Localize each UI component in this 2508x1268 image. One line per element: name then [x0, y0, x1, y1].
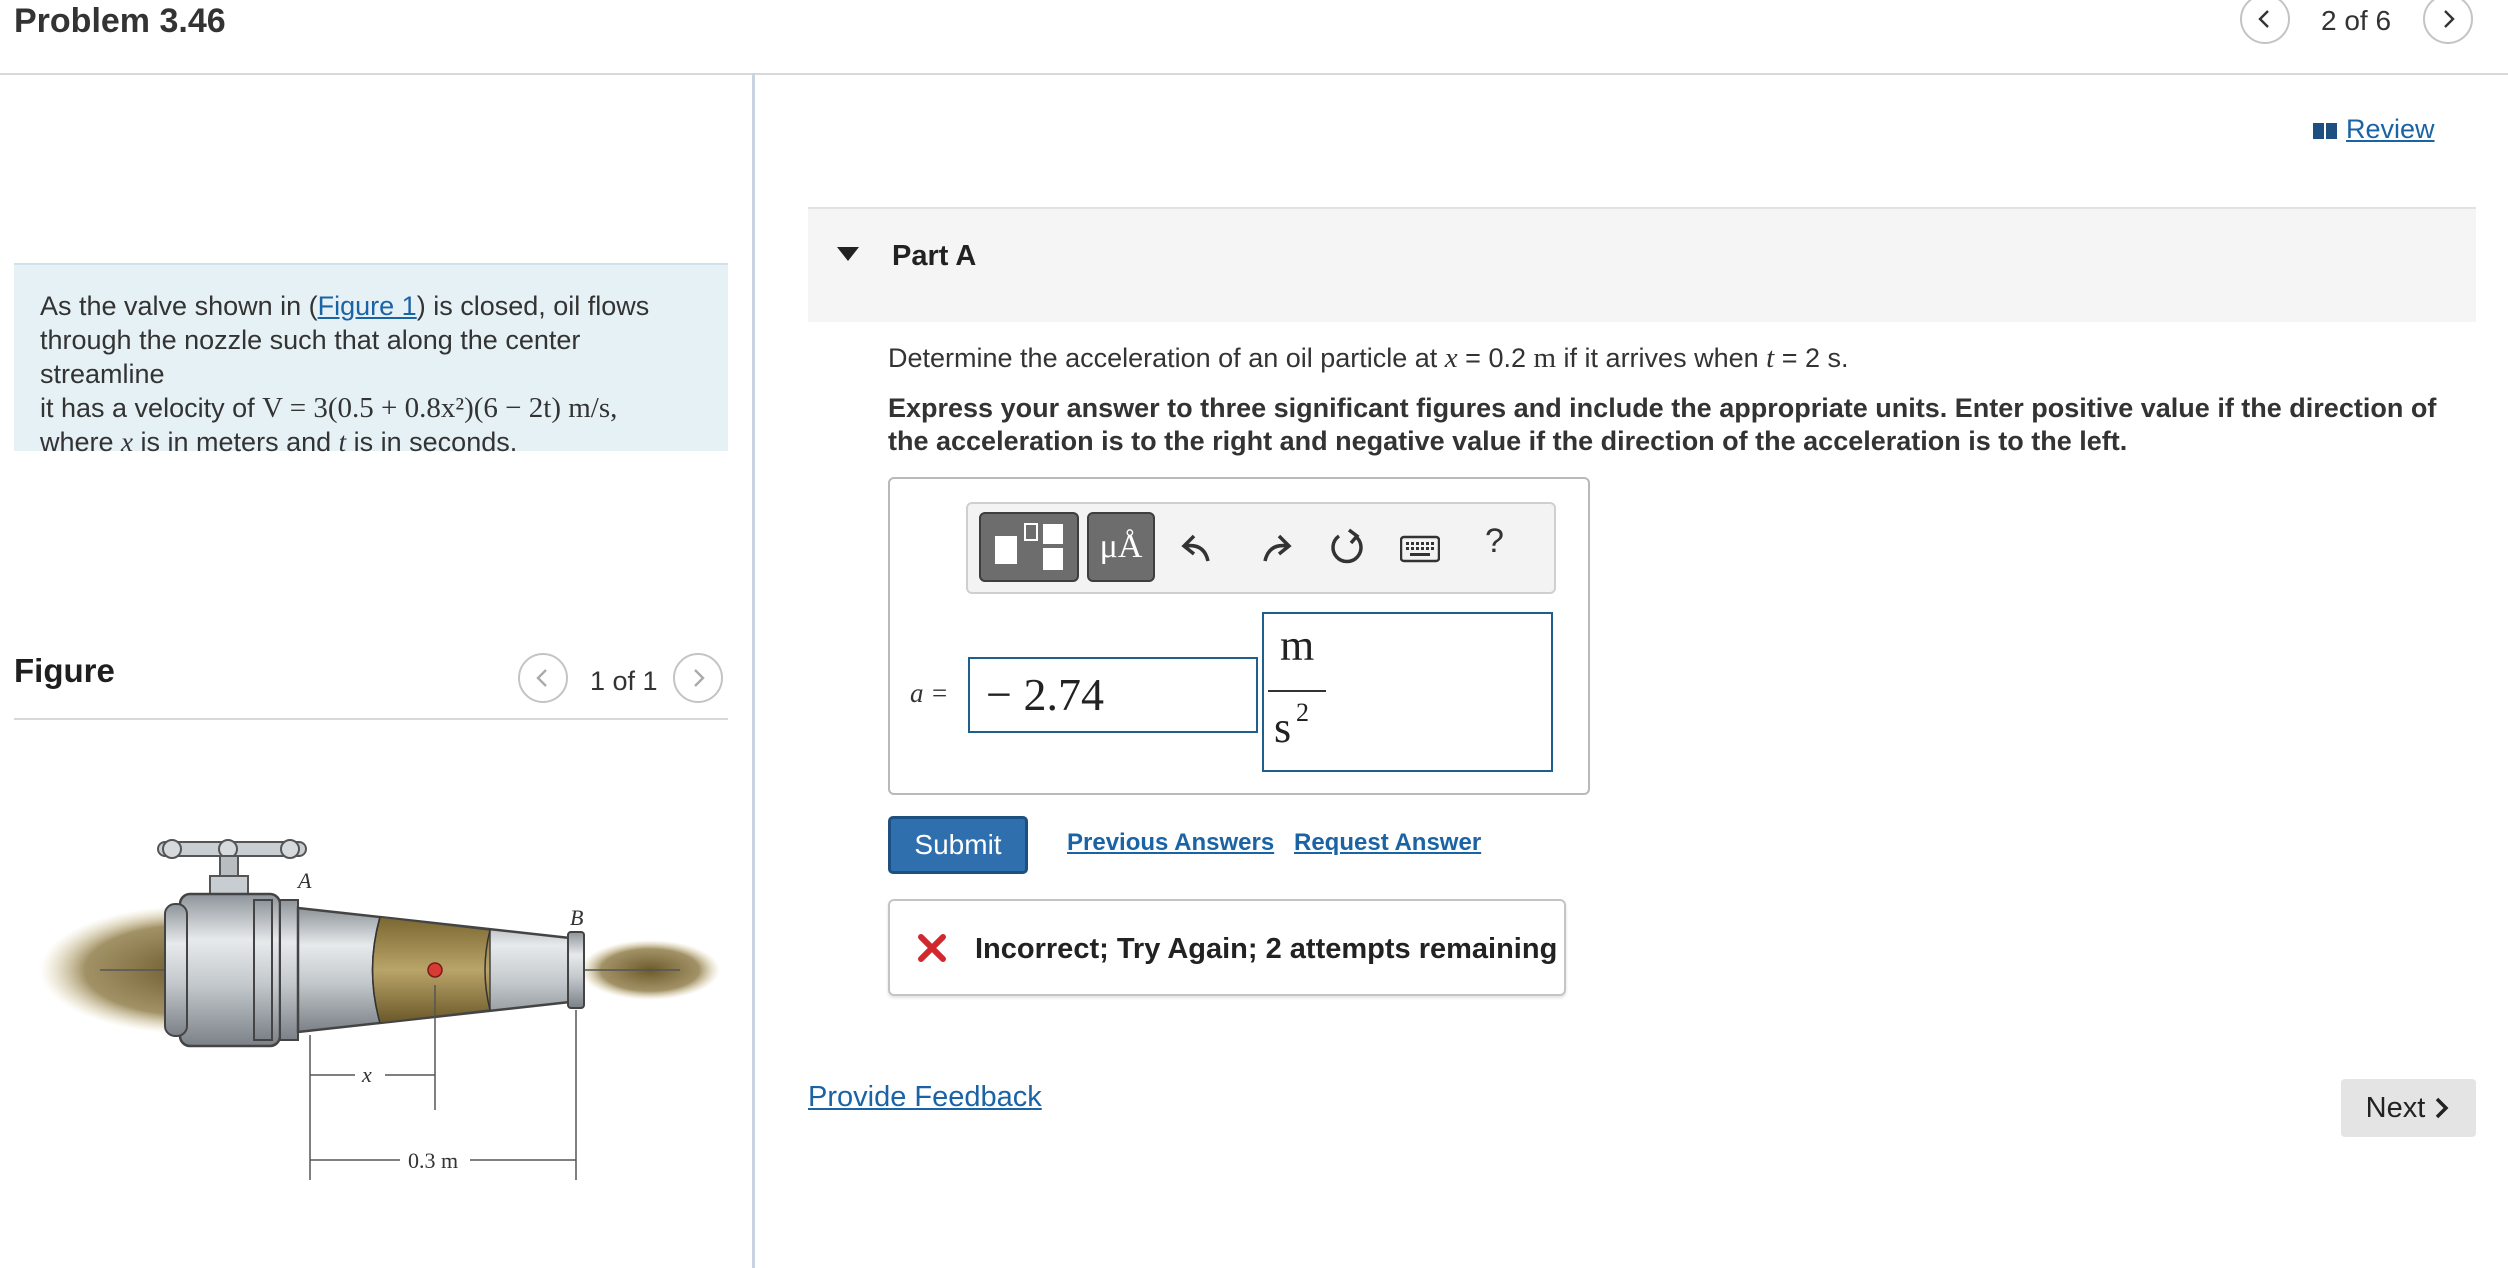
intro-text: As the valve shown in (	[40, 291, 318, 321]
answer-variable: a =	[910, 678, 949, 708]
intro-text: is in seconds.	[346, 427, 518, 457]
intro-text: is in meters and	[133, 427, 339, 457]
templates-icon	[995, 523, 1063, 570]
redo-icon	[1263, 534, 1292, 562]
math-variable: t	[1766, 342, 1775, 374]
problem-counter: 2 of 6	[2321, 5, 2392, 36]
next-button[interactable]: Next	[2341, 1079, 2476, 1137]
question-fragment: if it arrives when	[1556, 343, 1767, 373]
reset-icon	[1331, 528, 1363, 564]
velocity-equation: V = 3(0.5 + 0.8x²)(6 − 2t) m/s,	[262, 392, 618, 424]
undo-button[interactable]	[1178, 527, 1218, 572]
figure-dimension-length: 0.3 m	[408, 1148, 458, 1173]
review-link[interactable]: Review	[2312, 114, 2435, 145]
problem-title: Problem 3.46	[14, 2, 226, 40]
problem-statement: As the valve shown in (Figure 1) is clos…	[14, 263, 728, 457]
previous-figure-button[interactable]	[518, 653, 568, 703]
chevron-left-icon	[536, 669, 547, 687]
chevron-right-icon	[694, 669, 705, 687]
incorrect-x-icon	[918, 934, 946, 962]
unit-numerator: m	[1280, 621, 1315, 670]
answer-variable-label: a =	[910, 678, 948, 709]
provide-feedback-link[interactable]: Provide Feedback	[808, 1081, 1042, 1114]
part-header[interactable]	[808, 207, 2476, 322]
chevron-right-icon	[2444, 10, 2455, 28]
unit-exponent: 2	[1296, 698, 1309, 727]
math-variable: t	[338, 427, 347, 457]
unit-denominator: s	[1274, 703, 1292, 752]
panel-divider	[752, 73, 755, 1268]
unit-text: m	[1533, 342, 1557, 374]
next-label: Next	[2365, 1091, 2426, 1124]
figure-dimension-x: x	[361, 1062, 372, 1087]
figure-label-a: A	[296, 868, 312, 893]
keyboard-button[interactable]	[1399, 535, 1441, 568]
figure-link[interactable]: Figure 1	[318, 291, 417, 321]
question-fragment: = 0.2	[1457, 343, 1534, 373]
intro-text: where	[40, 427, 122, 457]
previous-answers-link[interactable]: Previous Answers	[1067, 829, 1274, 857]
next-figure-button[interactable]	[673, 653, 723, 703]
book-icon	[2313, 122, 2337, 139]
figure-counter: 1 of 1	[590, 666, 658, 696]
collapse-triangle-icon[interactable]	[836, 246, 860, 262]
keyboard-icon	[1399, 535, 1441, 563]
chevron-right-icon	[2436, 1097, 2449, 1119]
mu-angstrom-icon: μÅ	[1099, 528, 1143, 565]
intro-text: it has a velocity of	[40, 393, 263, 423]
fraction-bar	[1268, 690, 1326, 692]
units-button[interactable]: μÅ	[1087, 512, 1155, 582]
answer-instructions: Express your answer to three significant…	[888, 393, 2437, 456]
reset-button[interactable]	[1327, 527, 1367, 572]
templates-button[interactable]	[979, 512, 1079, 582]
help-button[interactable]: ?	[1485, 522, 1504, 561]
undo-icon	[1181, 534, 1210, 562]
answer-unit-input[interactable]: m s 2	[1262, 612, 1553, 772]
submit-button[interactable]: Submit	[888, 816, 1028, 874]
request-answer-link[interactable]: Request Answer	[1294, 829, 1481, 857]
header-bar	[0, 0, 2508, 75]
figure-divider	[14, 718, 728, 720]
question-fragment: = 2 s.	[1774, 343, 1849, 373]
question-fragment: Determine the acceleration of an oil par…	[888, 343, 1445, 373]
intro-text: through the nozzle such that along the c…	[40, 325, 581, 389]
review-label: Review	[2346, 114, 2435, 144]
intro-text: ) is closed, oil flows	[416, 291, 650, 321]
figure-label-b: B	[570, 905, 583, 930]
nozzle-valve-figure: A B x 0.3 m	[40, 839, 720, 1180]
math-variable: x	[121, 427, 134, 457]
chevron-left-icon	[2258, 10, 2269, 28]
feedback-message: Incorrect; Try Again; 2 attempts remaini…	[975, 933, 1558, 965]
question-text: Determine the acceleration of an oil par…	[888, 342, 1848, 375]
redo-button[interactable]	[1255, 527, 1295, 572]
answer-value-input[interactable]: − 2.74	[968, 657, 1258, 733]
math-variable: x	[1444, 342, 1458, 374]
figure-heading: Figure	[14, 652, 115, 689]
part-title: Part A	[892, 240, 977, 272]
